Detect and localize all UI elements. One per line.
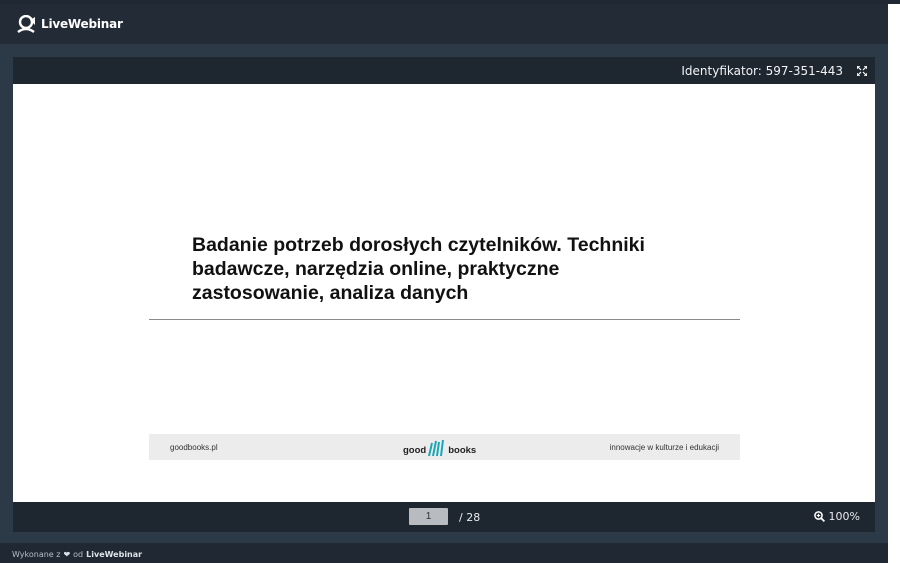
brand-logo[interactable]: LiveWebinar [17, 15, 123, 33]
goodbooks-logo: good books [403, 438, 476, 456]
credit-prefix: Wykonane z [12, 550, 61, 559]
heart-icon: ❤ [63, 550, 71, 559]
credit-brand-link[interactable]: LiveWebinar [86, 550, 142, 559]
books-icon [428, 440, 445, 456]
zoom-level: 100% [828, 510, 860, 523]
viewer-controls: / 28 100% [13, 502, 875, 532]
livewebinar-logo-icon [17, 15, 35, 33]
slide-footer: goodbooks.pl good books innowacje w kult… [149, 434, 740, 460]
window-edge [888, 4, 900, 563]
page-number-input[interactable] [409, 508, 448, 525]
slide-divider [149, 319, 740, 320]
footer-website: goodbooks.pl [170, 443, 218, 452]
slide-title: Badanie potrzeb dorosłych czytelników. T… [192, 234, 645, 304]
webinar-identifier: Identyfikator: 597-351-443 [681, 63, 843, 78]
footer-tagline: innowacje w kulturze i edukacji [609, 443, 719, 452]
viewer-header: Identyfikator: 597-351-443 [13, 57, 875, 84]
app-header: LiveWebinar [0, 4, 888, 44]
page-total: / 28 [459, 511, 481, 524]
logo-text-books: books [448, 445, 477, 456]
credit-middle: od [73, 550, 84, 559]
presentation-slide: Badanie potrzeb dorosłych czytelników. T… [13, 84, 875, 502]
zoom-control[interactable]: 100% [813, 510, 860, 523]
logo-text-good: good [403, 445, 427, 456]
zoom-in-icon [813, 511, 825, 522]
footer-credit: Wykonane z ❤ od LiveWebinar [12, 550, 142, 559]
fullscreen-icon[interactable] [857, 65, 867, 76]
brand-name: LiveWebinar [41, 17, 123, 31]
